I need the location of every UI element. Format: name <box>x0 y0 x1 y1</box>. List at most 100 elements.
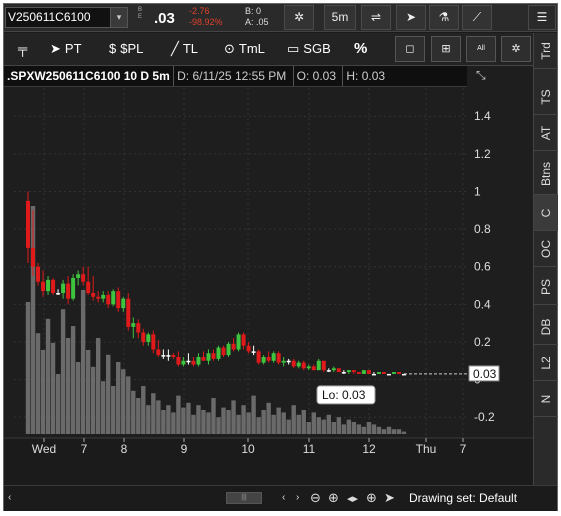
settings-gear-button[interactable]: ✲ <box>284 5 314 30</box>
symbol-input[interactable]: V250611C6100 <box>5 7 113 28</box>
percent-tool-button[interactable]: % <box>354 37 367 61</box>
volume-bar <box>251 395 256 434</box>
volume-bar <box>281 412 286 434</box>
volume-bar <box>396 429 402 434</box>
candle-body <box>266 356 271 361</box>
volume-bar <box>401 431 407 434</box>
pin-button[interactable]: ╤ <box>18 37 27 61</box>
pointer-icon[interactable]: ➤ <box>384 490 395 506</box>
candle-body <box>141 332 146 342</box>
chart-svg[interactable]: 1.41.210.80.60.40.20-0.20.03Lo: 0.03Wed7… <box>4 66 533 466</box>
interval-button[interactable]: 5m <box>324 5 356 30</box>
price-chart[interactable]: 1.41.210.80.60.40.20-0.20.03Lo: 0.03Wed7… <box>4 66 533 466</box>
spl-tool-button[interactable]: $ $PL <box>109 37 143 61</box>
last-price: .03 <box>154 10 175 27</box>
zoom-out-icon[interactable]: ⊖ <box>310 490 321 506</box>
candle-body <box>91 293 96 297</box>
crosshair-icon[interactable]: ⊕ <box>366 490 377 506</box>
tab-n[interactable]: N <box>534 381 558 417</box>
candle-body <box>261 356 266 363</box>
tab-ps[interactable]: PS <box>534 269 558 305</box>
cursor-button[interactable]: ➤ <box>396 5 426 30</box>
tab-label: DB <box>539 318 553 335</box>
spl-label: $PL <box>120 41 144 56</box>
candle-body <box>201 356 206 361</box>
x-tick-label: 10 <box>241 442 255 456</box>
symbol-dropdown-button[interactable]: ▾ <box>110 7 128 28</box>
pan-icon[interactable]: ◂▸ <box>347 492 358 505</box>
y-tick-label: 0.8 <box>474 222 491 236</box>
tab-label: C <box>539 208 553 217</box>
bar-open: O: 0.03 <box>292 66 339 86</box>
bid-ask-block: B: 0 A: .05 <box>245 6 269 28</box>
candle-body <box>191 360 196 365</box>
volume-bar <box>40 350 46 434</box>
candle-body <box>161 355 166 357</box>
volume-bar <box>391 429 397 434</box>
tab-trd[interactable]: Trd <box>534 33 558 69</box>
scroll-right-small-icon[interactable]: › <box>296 492 299 503</box>
studies-button[interactable]: ⚗ <box>429 5 459 30</box>
tl-tool-button[interactable]: ╱ TL <box>171 37 198 61</box>
candle-body <box>166 355 171 357</box>
single-layout-button[interactable]: ◻ <box>395 36 425 62</box>
pt-tool-button[interactable]: ➤ PT <box>50 37 82 61</box>
volume-bar <box>366 422 372 434</box>
candle-body <box>391 372 396 374</box>
tab-ts[interactable]: TS <box>534 79 558 115</box>
tab-c[interactable]: C <box>534 195 558 231</box>
scroll-left-small-icon[interactable]: ‹ <box>282 492 285 503</box>
volume-bar <box>296 414 301 434</box>
sgb-tool-button[interactable]: ▭ SGB <box>287 37 331 61</box>
volume-bar <box>50 342 56 434</box>
x-tick-label: 7 <box>460 442 467 456</box>
zoom-in-icon[interactable]: ⊕ <box>328 490 339 506</box>
x-tick-label: 11 <box>303 442 316 456</box>
tab-db[interactable]: DB <box>534 309 558 345</box>
volume-bar <box>121 369 126 434</box>
x-tick-label: 9 <box>181 442 188 456</box>
volume-bar <box>331 422 337 434</box>
tab-at[interactable]: AT <box>534 115 558 151</box>
volume-bar <box>221 407 226 434</box>
candle-body <box>51 279 56 294</box>
volume-bar <box>60 309 66 434</box>
chart-style-button[interactable]: ⟋ <box>462 5 492 30</box>
grid-icon: ⊞ <box>441 43 451 55</box>
all-button[interactable]: All <box>466 36 496 62</box>
candle-body <box>41 281 46 292</box>
volume-bar <box>80 290 86 434</box>
tab-l2[interactable]: L2 <box>534 345 558 381</box>
volume-bar <box>381 429 387 434</box>
candle-body <box>366 370 371 374</box>
link-button[interactable]: ⇌ <box>361 5 391 30</box>
drawing-set-label[interactable]: Drawing set: Default <box>409 491 517 505</box>
menu-button[interactable]: ☰ <box>528 5 556 30</box>
candle-body <box>81 274 86 282</box>
scroll-left-icon[interactable]: ‹ <box>8 492 11 503</box>
tab-btns[interactable]: Btns <box>534 153 558 195</box>
grid-layout-button[interactable]: ⊞ <box>431 36 461 62</box>
chart-window: V250611C6100 ▾ BE .03 -2.76 -98.92% B: 0… <box>3 3 558 511</box>
tl-label: TL <box>182 41 198 56</box>
candle-body <box>316 360 321 371</box>
interval-label: 5m <box>331 10 349 24</box>
tab-label: PS <box>539 278 553 295</box>
tab-oc[interactable]: OC <box>534 231 558 267</box>
exchange-label: BE <box>137 7 142 20</box>
right-tab-strip: Trd TS AT Btns C OC PS DB L2 N <box>533 33 558 485</box>
bid-value: B: 0 <box>245 6 262 16</box>
tml-tool-button[interactable]: ⊙ TmL <box>224 37 265 61</box>
scrollbar-thumb[interactable]: ||| <box>226 492 262 504</box>
candle-body <box>206 353 211 361</box>
tab-label: Btns <box>539 161 553 186</box>
volume-bar <box>376 426 382 434</box>
volume-bar <box>341 424 347 434</box>
candle-body <box>96 296 101 299</box>
candle-body <box>111 291 116 305</box>
volume-bar <box>161 410 166 434</box>
chart-settings-button[interactable]: ✲ <box>501 36 531 62</box>
volume-bar <box>65 338 71 434</box>
volume-bar <box>106 354 111 434</box>
auto-scale-icon[interactable]: ⤡ <box>476 68 486 83</box>
